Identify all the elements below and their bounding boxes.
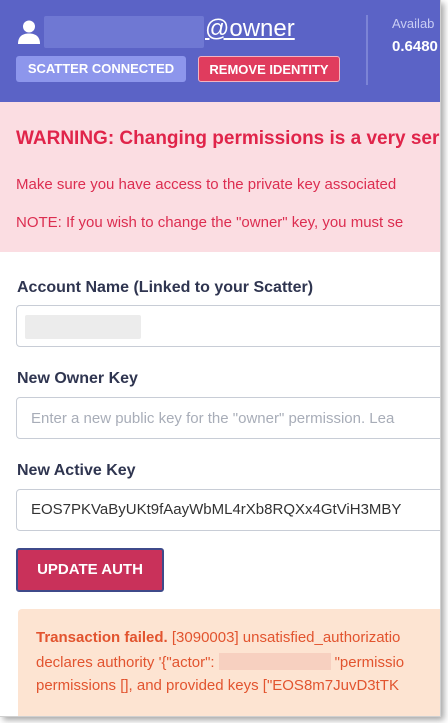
scatter-connected-badge: SCATTER CONNECTED <box>16 56 186 82</box>
account-permission-link[interactable]: @owner <box>205 15 295 43</box>
available-balance-value: 0.6480 <box>392 38 438 55</box>
error-line-2: declares authority '{"actor": "permissio <box>36 653 404 671</box>
warning-line-owner-note: NOTE: If you wish to change the "owner" … <box>16 214 404 231</box>
update-auth-button[interactable]: UPDATE AUTH <box>16 548 164 592</box>
available-balance-label: Availab <box>392 16 435 31</box>
error-actor-text: declares authority '{"actor": <box>36 654 215 671</box>
account-name-redacted <box>44 16 204 48</box>
warning-panel: WARNING: Changing permissions is a very … <box>0 102 440 252</box>
account-name-label: Account Name (Linked to your Scatter) <box>17 279 314 296</box>
new-active-key-label: New Active Key <box>17 462 136 479</box>
header-divider <box>366 15 368 85</box>
error-actor-redacted <box>218 653 331 670</box>
account-name-field-redacted <box>25 315 141 339</box>
error-line-3: permissions [], and provided keys ["EOS8… <box>36 677 399 694</box>
error-permission-text: "permissio <box>334 654 405 671</box>
error-message-start: [3090003] unsatisfied_authorizatio <box>171 629 401 646</box>
account-header: @owner SCATTER CONNECTED REMOVE IDENTITY… <box>0 0 440 102</box>
account-name-field[interactable] <box>16 305 440 347</box>
user-icon <box>18 20 40 44</box>
remove-identity-button[interactable]: REMOVE IDENTITY <box>198 56 340 82</box>
new-owner-key-input[interactable] <box>16 397 440 439</box>
app-window: @owner SCATTER CONNECTED REMOVE IDENTITY… <box>0 0 441 717</box>
new-owner-key-label: New Owner Key <box>17 370 138 387</box>
new-active-key-input[interactable]: EOS7PKVaByUKt9fAayWbML4rXb8RQXx4GtViH3MB… <box>16 489 440 531</box>
warning-line-private-key: Make sure you have access to the private… <box>16 176 397 193</box>
error-line-1: Transaction failed. [3090003] unsatisfie… <box>36 629 400 646</box>
warning-title: WARNING: Changing permissions is a very … <box>16 128 440 149</box>
error-title: Transaction failed. <box>36 629 168 646</box>
transaction-error-panel: Transaction failed. [3090003] unsatisfie… <box>18 609 440 716</box>
